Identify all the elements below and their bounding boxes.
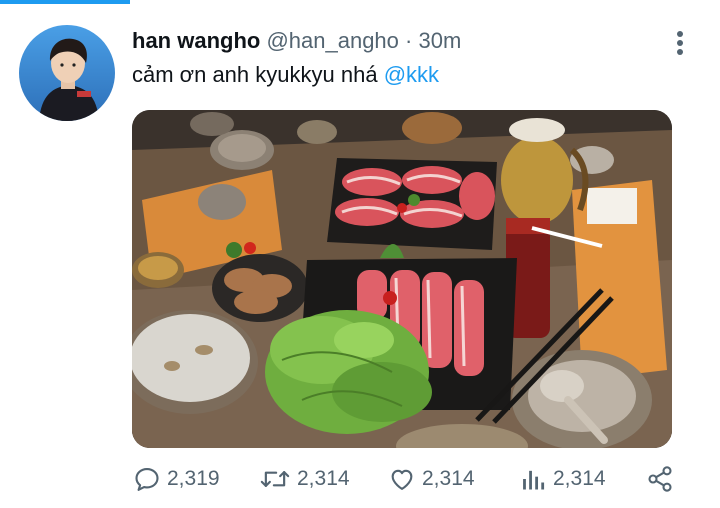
avatar[interactable]: [19, 25, 115, 121]
more-vertical-icon: [677, 31, 683, 55]
more-options-button[interactable]: [668, 28, 692, 58]
view-count: 2,314: [553, 467, 606, 490]
mention-link[interactable]: @kkk: [384, 62, 439, 87]
retweet-button[interactable]: 2,314: [259, 463, 350, 495]
like-button[interactable]: 2,314: [388, 463, 475, 495]
heart-icon: [391, 469, 413, 490]
display-name[interactable]: han wangho: [132, 28, 260, 53]
tweet-text: cảm ơn anh kyukkyu nhá @kkk: [132, 60, 439, 90]
tweet-photo[interactable]: [132, 110, 672, 448]
tweet-actions: 2,319 2,314 2,314 2,314: [0, 451, 720, 508]
user-handle[interactable]: @han_angho: [266, 28, 398, 53]
reply-count: 2,319: [167, 467, 220, 490]
meta-separator: ·: [405, 28, 413, 53]
retweet-count: 2,314: [297, 467, 350, 490]
share-button[interactable]: [646, 463, 680, 495]
tweet-timestamp[interactable]: 30m: [418, 28, 461, 53]
top-tab-indicator: [0, 0, 130, 4]
reply-button[interactable]: 2,319: [133, 463, 220, 495]
avatar-image: [19, 25, 115, 121]
retweet-icon: [260, 471, 290, 487]
analytics-icon: [523, 470, 545, 490]
hotpot-food-image: [132, 110, 672, 448]
reply-icon: [135, 468, 159, 491]
tweet-header: han wangho @han_angho · 30m: [132, 26, 461, 56]
share-icon: [648, 466, 672, 492]
tweet-body: cảm ơn anh kyukkyu nhá: [132, 62, 378, 87]
views-button[interactable]: 2,314: [519, 463, 606, 495]
like-count: 2,314: [422, 467, 475, 490]
